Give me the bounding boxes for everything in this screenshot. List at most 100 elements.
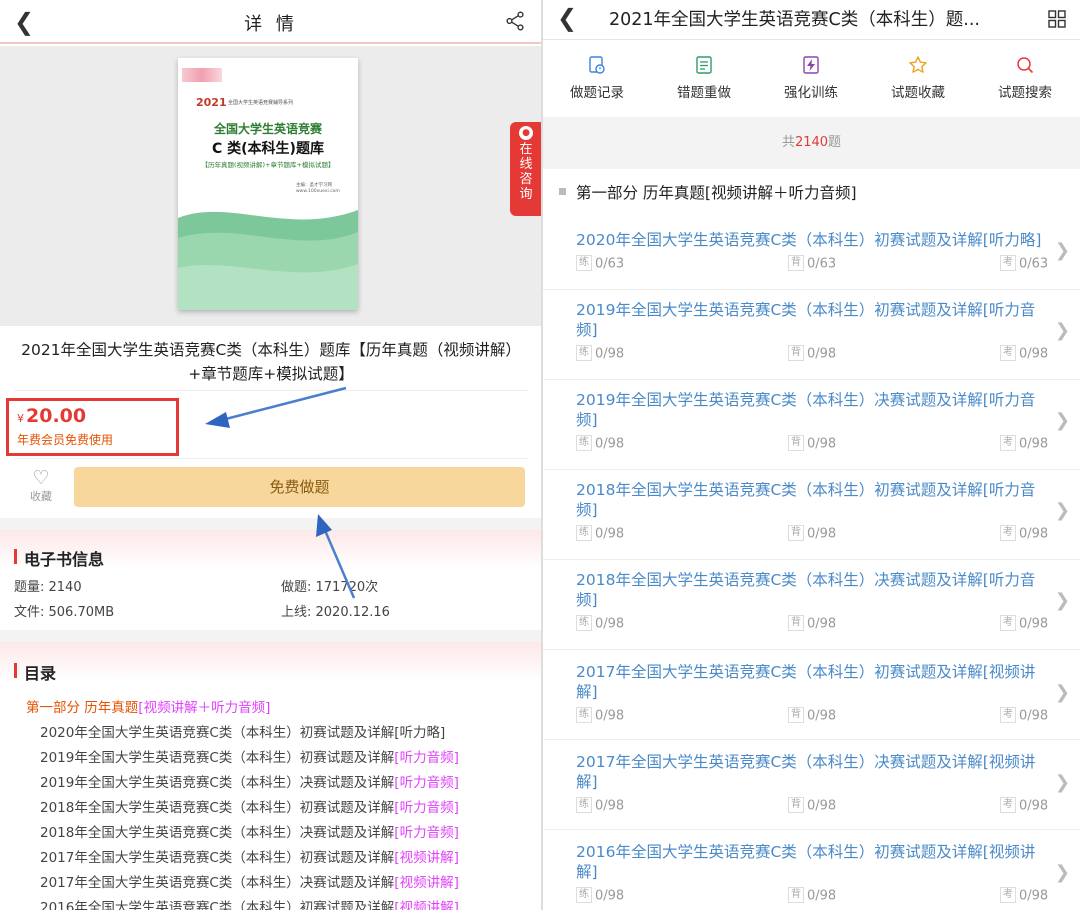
price-value: 20.00 — [26, 405, 87, 427]
share-icon[interactable] — [504, 10, 526, 32]
toc-item-tag: [听力音频] — [394, 800, 459, 816]
question-set-row[interactable]: 2017年全国大学生英语竞赛C类（本科生）初赛试题及详解[视频讲解] ❯ 练 0/… — [543, 650, 1080, 740]
question-set-row[interactable]: 2018年全国大学生英语竞赛C类（本科生）决赛试题及详解[听力音频] ❯ 练 0/… — [543, 560, 1080, 650]
memorize-badge: 背 — [788, 525, 804, 541]
chevron-right-icon: ❯ — [1054, 862, 1070, 883]
stat-exam-value: 0/98 — [1019, 436, 1049, 452]
toc-item-tag: [听力音频] — [394, 825, 459, 841]
question-set-row[interactable]: 2017年全国大学生英语竞赛C类（本科生）决赛试题及详解[视频讲解] ❯ 练 0/… — [543, 740, 1080, 830]
tool-favorites[interactable]: 试题收藏 — [864, 55, 972, 101]
toc-item-title: 2018年全国大学生英语竞赛C类（本科生）初赛试题及详解 — [40, 800, 395, 816]
memorize-badge: 背 — [788, 435, 804, 451]
tool-redo-wrong[interactable]: 错题重做 — [650, 55, 758, 101]
divider — [14, 458, 528, 459]
toc-item[interactable]: 2017年全国大学生英语竞赛C类（本科生）决赛试题及详解[视频讲解] — [40, 871, 459, 891]
list-header: ❮ 2021年全国大学生英语竞赛C类（本科生）题... — [543, 0, 1080, 40]
stat-exam-value: 0/98 — [1019, 616, 1049, 632]
stat-practice-value: 0/98 — [595, 526, 625, 542]
stat-memorize-value: 0/98 — [807, 708, 837, 724]
favorite-button[interactable]: ♡ 收藏 — [24, 468, 58, 504]
practice-badge: 练 — [576, 435, 592, 451]
toc-item[interactable]: 2019年全国大学生英语竞赛C类（本科生）决赛试题及详解[听力音频] — [40, 771, 459, 791]
currency-symbol: ¥ — [17, 412, 24, 425]
toc-item-title: 2017年全国大学生英语竞赛C类（本科生）决赛试题及详解 — [40, 875, 395, 891]
toc-item[interactable]: 2018年全国大学生英语竞赛C类（本科生）决赛试题及详解[听力音频] — [40, 821, 459, 841]
memorize-badge: 背 — [788, 797, 804, 813]
practice-badge: 练 — [576, 797, 592, 813]
arrow-to-price-head — [205, 412, 230, 428]
question-set-row[interactable]: 2018年全国大学生英语竞赛C类（本科生）初赛试题及详解[听力音频] ❯ 练 0/… — [543, 470, 1080, 560]
chevron-right-icon: ❯ — [1054, 590, 1070, 611]
toc-item-tag: [听力音频] — [394, 775, 459, 791]
stat-exam: 考 0/98 — [1000, 707, 1048, 724]
heart-icon: ♡ — [32, 467, 50, 489]
question-set-row[interactable]: 2019年全国大学生英语竞赛C类（本科生）初赛试题及详解[听力音频] ❯ 练 0/… — [543, 290, 1080, 380]
row-title: 2017年全国大学生英语竞赛C类（本科生）初赛试题及详解[视频讲解] — [576, 663, 1036, 701]
stat-exam: 考 0/98 — [1000, 887, 1049, 904]
stat-practice: 练 0/98 — [576, 525, 625, 542]
exam-badge: 考 — [1000, 797, 1016, 813]
tool-intensive[interactable]: 强化训练 — [757, 55, 865, 101]
detail-panel: ❮ 详 情 2021 全国大学生英语竞赛辅导系列 全国大学生英语竞赛 C 类(本… — [0, 0, 542, 910]
stat-exam-value: 0/98 — [1019, 888, 1049, 904]
stat-exam-value: 0/98 — [1019, 346, 1049, 362]
toc-item-tag: [听力音频] — [394, 750, 459, 766]
stat-practice-value: 0/98 — [595, 436, 625, 452]
stat-practice: 练 0/98 — [576, 797, 624, 814]
row-title: 2019年全国大学生英语竞赛C类（本科生）初赛试题及详解[听力音频] — [576, 301, 1036, 339]
stat-practice: 练 0/98 — [576, 707, 624, 724]
stat-memorize: 背 0/98 — [788, 345, 836, 362]
tool-bar: 做题记录 错题重做 强化训练 试题收藏 试题搜索 — [543, 41, 1080, 117]
row-title: 2018年全国大学生英语竞赛C类（本科生）决赛试题及详解[听力音频] — [576, 571, 1036, 609]
stat-memorize: 背 0/63 — [788, 255, 836, 272]
stat-exam-value: 0/63 — [1019, 256, 1049, 272]
free-practice-button[interactable]: 免费做题 — [74, 467, 525, 507]
cover-series: 全国大学生英语竞赛辅导系列 — [228, 100, 294, 106]
lightning-icon — [803, 56, 819, 74]
practice-badge: 练 — [576, 525, 592, 541]
toc-item[interactable]: 2019年全国大学生英语竞赛C类（本科生）初赛试题及详解[听力音频] — [40, 746, 459, 766]
tool-search[interactable]: 试题搜索 — [971, 55, 1079, 101]
book-cover[interactable]: 2021 全国大学生英语竞赛辅导系列 全国大学生英语竞赛 C 类(本科生)题库 … — [178, 58, 358, 310]
stat-memorize-value: 0/98 — [807, 436, 837, 452]
memorize-badge: 背 — [788, 707, 804, 723]
list-title: 2021年全国大学生英语竞赛C类（本科生）题... — [609, 10, 980, 30]
toc-item-title: 2018年全国大学生英语竞赛C类（本科生）决赛试题及详解 — [40, 825, 395, 841]
memorize-badge: 背 — [788, 345, 804, 361]
stat-memorize: 背 0/98 — [788, 435, 837, 452]
tool-history[interactable]: 做题记录 — [543, 55, 651, 101]
tool-label: 试题收藏 — [891, 85, 945, 101]
stat-exam: 考 0/63 — [1000, 255, 1049, 272]
cover-publisher: 主编：圣才学习网 www.100xuexi.com — [296, 183, 340, 195]
question-set-row[interactable]: 2016年全国大学生英语竞赛C类（本科生）初赛试题及详解[视频讲解] ❯ 练 0/… — [543, 830, 1080, 910]
tool-label: 强化训练 — [784, 85, 838, 101]
grid-menu-icon[interactable] — [1048, 10, 1066, 28]
toc-item[interactable]: 2020年全国大学生英语竞赛C类（本科生）初赛试题及详解[听力略] — [40, 721, 445, 741]
toc-part-heading[interactable]: 第一部分 历年真题[视频讲解＋听力音频] — [26, 696, 270, 716]
stat-exam: 考 0/98 — [1000, 525, 1049, 542]
consult-char: 询 — [519, 187, 533, 202]
chevron-right-icon: ❯ — [1054, 240, 1070, 261]
info-done: 做题: 171720次 — [281, 580, 379, 595]
consult-char: 咨 — [519, 172, 533, 187]
question-set-row[interactable]: 2019年全国大学生英语竞赛C类（本科生）决赛试题及详解[听力音频] ❯ 练 0/… — [543, 380, 1080, 470]
toc-item[interactable]: 2018年全国大学生英语竞赛C类（本科生）初赛试题及详解[听力音频] — [40, 796, 459, 816]
stat-memorize-value: 0/98 — [807, 616, 837, 632]
stat-practice-value: 0/98 — [595, 888, 625, 904]
cover-title-line3: 【历年真题(视频讲解)+章节题库+模拟试题】 — [201, 161, 335, 169]
back-icon[interactable]: ❮ — [557, 4, 577, 32]
section-separator — [0, 518, 542, 530]
exam-badge: 考 — [1000, 255, 1016, 271]
toc-item[interactable]: 2017年全国大学生英语竞赛C类（本科生）初赛试题及详解[视频讲解] — [40, 846, 459, 866]
ebook-info-section: 电子书信息 题量: 2140 做题: 171720次 文件: 506.70MB … — [0, 530, 542, 630]
part-heading-text: 第一部分 历年真题[视频讲解＋听力音频] — [576, 184, 857, 202]
online-consult-button[interactable]: ● 在 线 咨 询 — [510, 122, 542, 216]
question-set-row[interactable]: 2020年全国大学生英语竞赛C类（本科生）初赛试题及详解[听力略] ❯ 练 0/6… — [543, 228, 1080, 290]
stat-exam-value: 0/98 — [1019, 526, 1049, 542]
search-icon — [1017, 57, 1034, 74]
chevron-right-icon: ❯ — [1054, 772, 1070, 793]
toc-item-tag: [视频讲解] — [394, 875, 459, 891]
toc-item-tag: [视频讲解] — [394, 900, 459, 910]
toc-item[interactable]: 2016年全国大学生英语竞赛C类（本科生）初赛试题及详解[视频讲解] — [40, 896, 459, 910]
ebook-info-heading: 电子书信息 — [14, 546, 104, 570]
